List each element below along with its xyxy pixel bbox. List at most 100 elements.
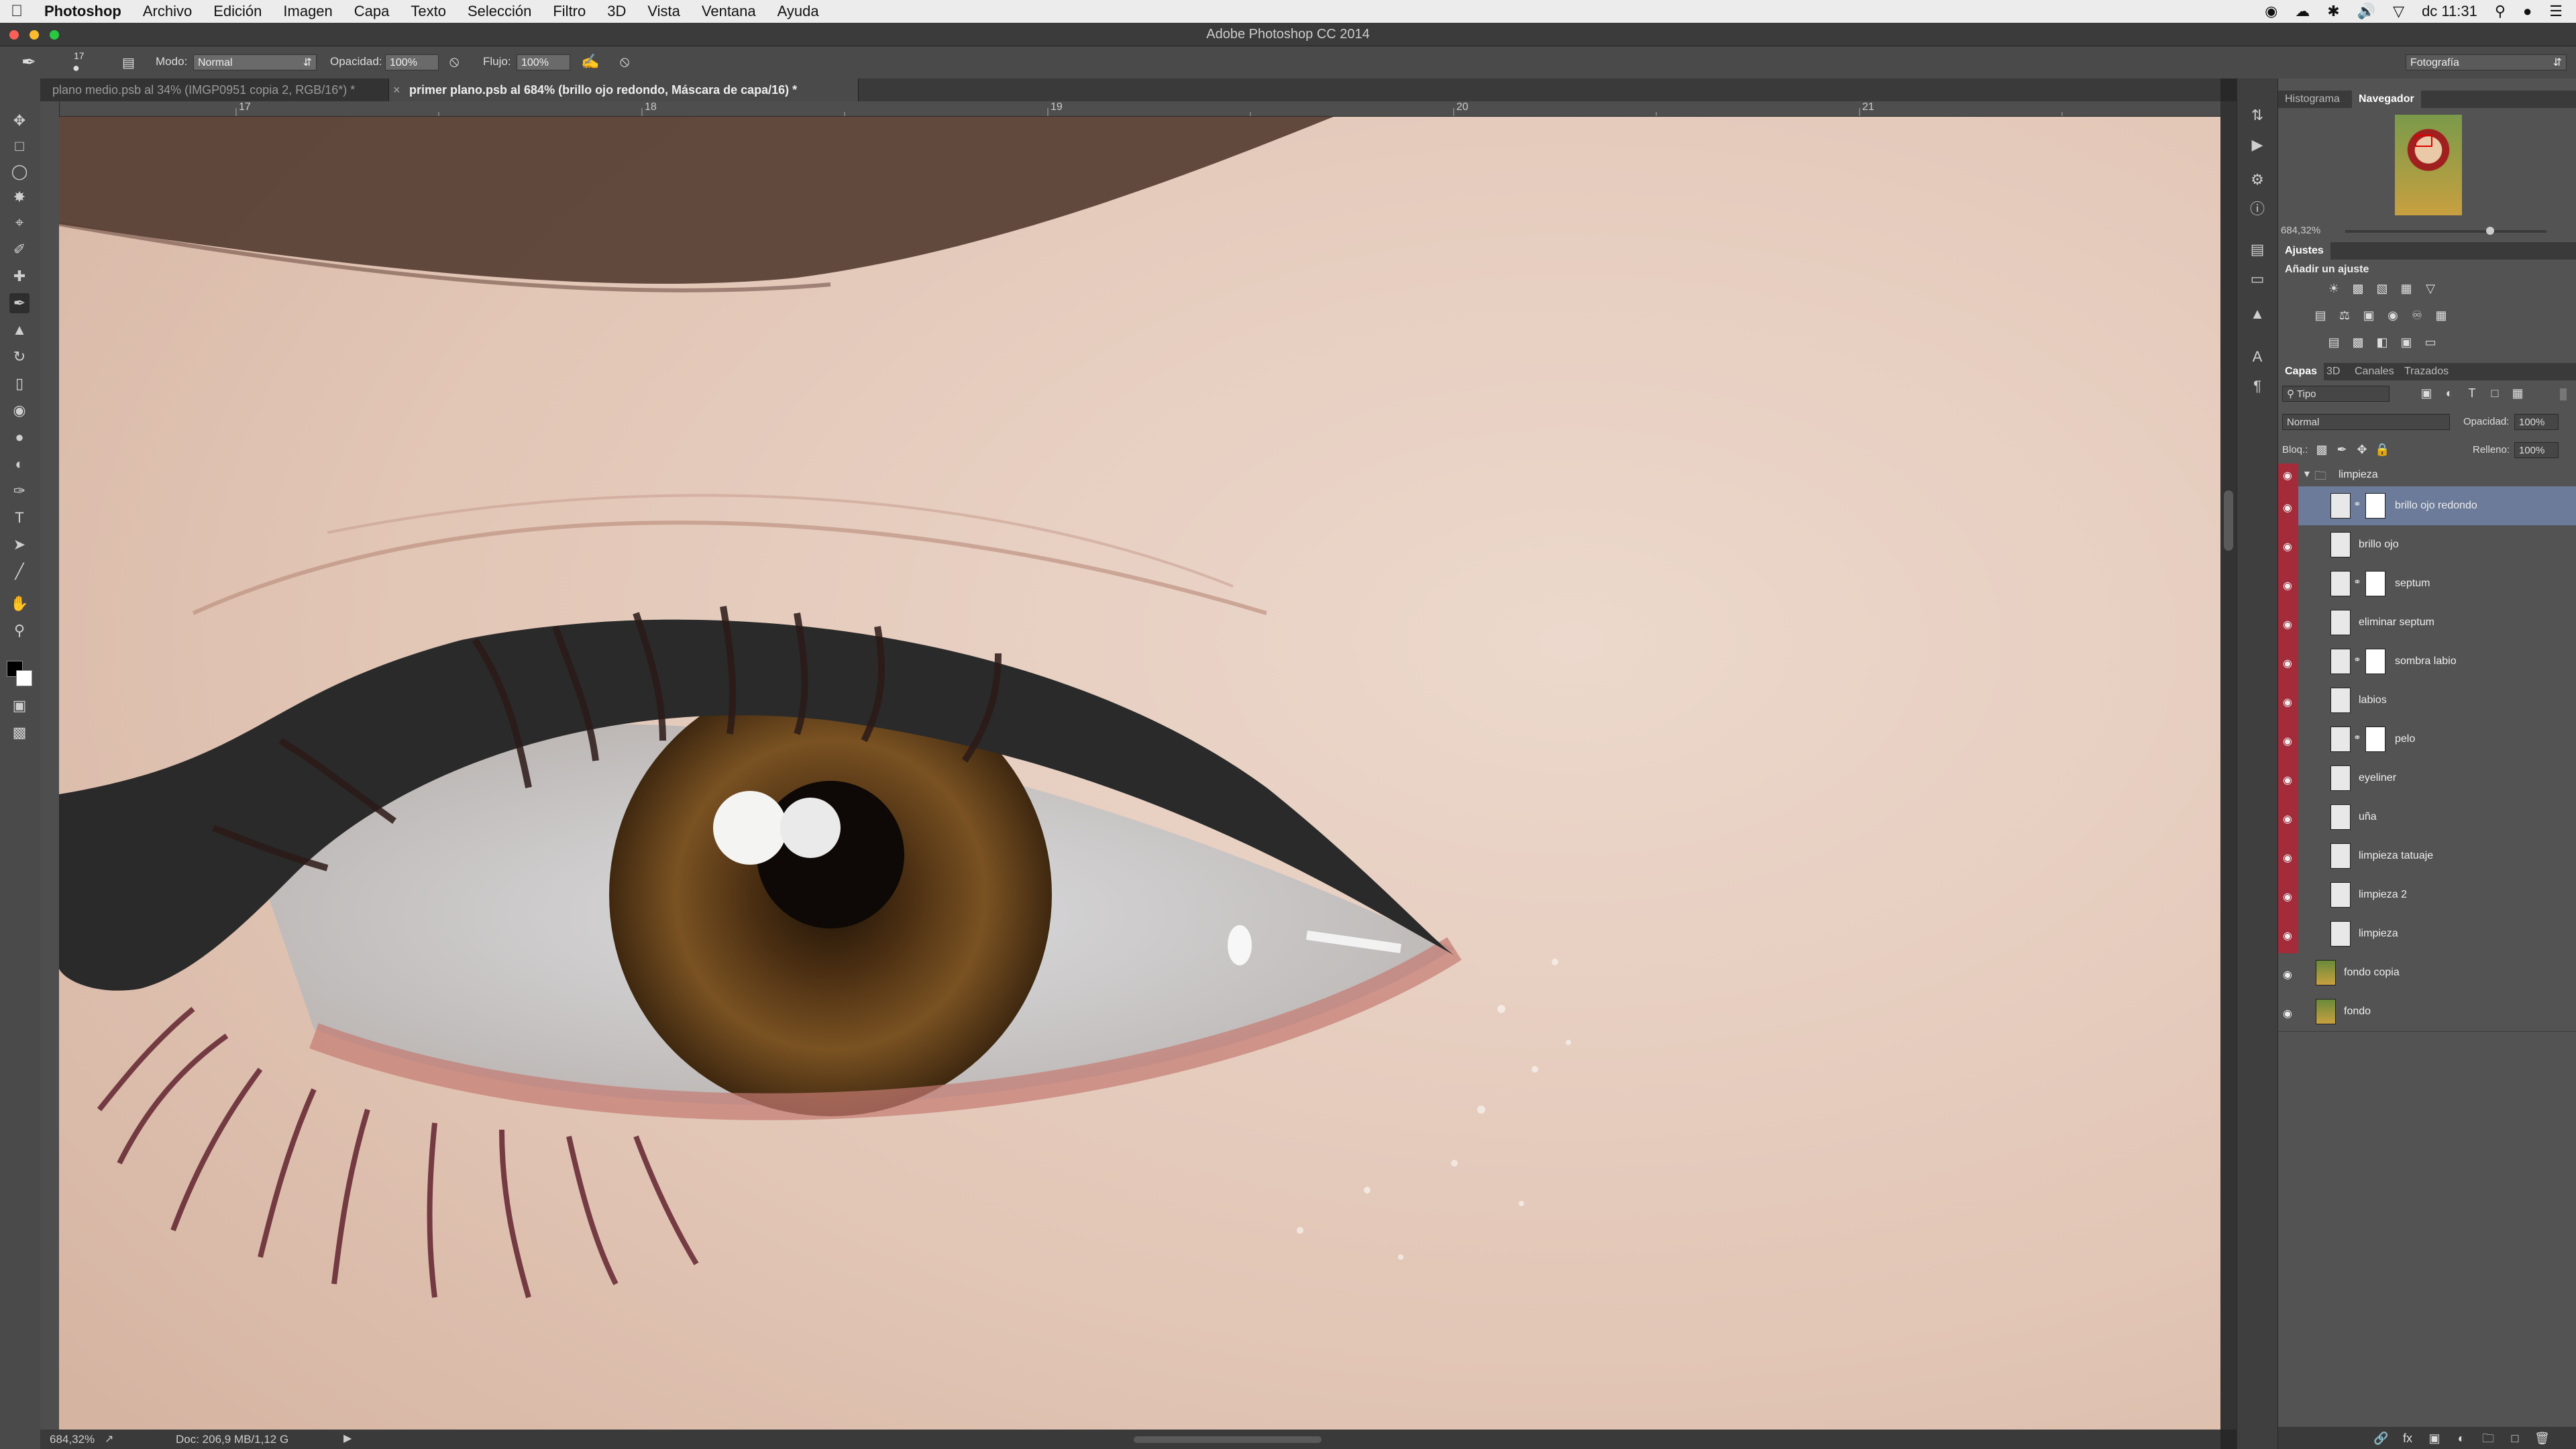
slider-thumb[interactable] (2486, 227, 2494, 235)
eye-icon[interactable]: ◉ (2283, 968, 2292, 981)
wifi-icon[interactable]: ▽ (2393, 3, 2404, 20)
delete-layer-icon[interactable]: 🗑 (2534, 1431, 2550, 1446)
menu-ayuda[interactable]: Ayuda (767, 3, 830, 20)
filter-smart-object-icon[interactable]: ▦ (2510, 386, 2525, 400)
visibility-toggle[interactable]: ◉ (2278, 525, 2298, 564)
lock-all-icon[interactable]: 🔒 (2375, 442, 2390, 457)
properties-panel-icon[interactable]: ⚙ (2247, 170, 2267, 190)
new-group-icon[interactable]: 🗀 (2481, 1431, 2496, 1446)
close-window-button[interactable] (9, 30, 19, 40)
mask-link-icon[interactable]: ⚭ (2353, 654, 2361, 665)
quick-mask-icon[interactable]: ▣ (9, 696, 30, 716)
eye-icon[interactable]: ◉ (2283, 540, 2292, 553)
brush-preset-icon[interactable]: ● (72, 61, 80, 75)
visibility-toggle[interactable]: ◉ (2278, 953, 2298, 992)
vertical-scrollbar[interactable] (2220, 101, 2237, 1430)
invert-icon[interactable]: ▤ (2326, 335, 2341, 350)
bluetooth-icon[interactable]: ✱ (2327, 3, 2339, 20)
filter-toggle[interactable] (2560, 388, 2567, 400)
visibility-toggle[interactable]: ◉ (2278, 914, 2298, 953)
black-white-icon[interactable]: ▣ (2361, 308, 2376, 323)
clone-source-panel-icon[interactable]: ▲ (2247, 304, 2267, 324)
mask-link-icon[interactable]: ⚭ (2353, 498, 2361, 510)
screen-mode-icon[interactable]: ▩ (9, 722, 30, 743)
character-panel-icon[interactable]: A (2247, 347, 2267, 367)
visibility-toggle[interactable]: ◉ (2278, 992, 2298, 1031)
layer-row[interactable]: ◉ labios (2278, 681, 2576, 720)
menu-edicion[interactable]: Edición (203, 3, 272, 20)
menu-3d[interactable]: 3D (596, 3, 637, 20)
vertical-ruler[interactable] (40, 101, 60, 1430)
notifications-icon[interactable]: ☰ (2549, 3, 2563, 20)
menu-imagen[interactable]: Imagen (272, 3, 343, 20)
visibility-toggle[interactable]: ◉ (2278, 798, 2298, 837)
threshold-icon[interactable]: ◧ (2375, 335, 2390, 350)
layer-row[interactable]: ◉ uña (2278, 798, 2576, 837)
menu-filtro[interactable]: Filtro (542, 3, 596, 20)
share-icon[interactable]: ↗ (105, 1432, 113, 1446)
tab-primer-plano[interactable]: × primer plano.psb al 684% (brillo ojo r… (389, 78, 859, 101)
mask-link-icon[interactable]: ⚭ (2353, 576, 2361, 588)
filter-pixel-icon[interactable]: ▣ (2419, 386, 2434, 400)
photo-filter-icon[interactable]: ◉ (2385, 308, 2400, 323)
tab-capas[interactable]: Capas (2278, 363, 2324, 380)
color-lookup-icon[interactable]: ▦ (2434, 308, 2449, 323)
eye-icon[interactable]: ◉ (2283, 618, 2292, 631)
adjustments-title[interactable]: Ajustes (2278, 242, 2330, 260)
menu-app-name[interactable]: Photoshop (34, 3, 132, 20)
spotlight-icon[interactable]: ⚲ (2495, 3, 2506, 20)
levels-icon[interactable]: ▩ (2351, 281, 2365, 296)
eye-icon[interactable]: ◉ (2283, 657, 2292, 670)
posterize-icon[interactable]: ▩ (2351, 335, 2365, 350)
link-layers-icon[interactable]: 🔗 (2373, 1431, 2388, 1446)
info-panel-icon[interactable]: ⓘ (2247, 199, 2267, 219)
cloud-icon[interactable]: ☁ (2295, 3, 2310, 20)
lasso-tool-icon[interactable]: ◯ (9, 162, 30, 182)
brush-size-label[interactable]: 17 (74, 50, 85, 61)
navigator-view-box[interactable] (2415, 135, 2432, 147)
eye-icon[interactable]: ◉ (2283, 890, 2292, 904)
magic-wand-tool-icon[interactable]: ✸ (9, 187, 30, 207)
navigator-zoom[interactable]: 684,32% (2281, 225, 2320, 236)
scroll-thumb[interactable] (2224, 490, 2233, 551)
document-canvas[interactable] (59, 117, 2220, 1430)
hue-saturation-icon[interactable]: ▤ (2313, 308, 2328, 323)
path-selection-tool-icon[interactable]: ➤ (9, 535, 30, 555)
visibility-toggle[interactable]: ◉ (2278, 875, 2298, 914)
zoom-tool-icon[interactable]: ⚲ (9, 621, 30, 641)
eye-icon[interactable]: ◉ (2283, 735, 2292, 748)
marquee-tool-icon[interactable]: □ (9, 136, 30, 156)
menu-vista[interactable]: Vista (637, 3, 691, 20)
record-icon[interactable]: ◉ (2265, 3, 2277, 20)
layer-filter-select[interactable]: ⚲ Tipo (2282, 386, 2390, 402)
eraser-tool-icon[interactable]: ▯ (9, 374, 30, 394)
visibility-toggle[interactable]: ◉ (2278, 486, 2298, 525)
pressure-size-icon[interactable]: ⦸ (620, 53, 629, 70)
dodge-tool-icon[interactable]: ◐ (9, 454, 30, 474)
flow-field[interactable]: 100% (517, 54, 570, 70)
tab-navegador[interactable]: Navegador (2352, 91, 2421, 108)
clone-stamp-tool-icon[interactable]: ▲ (9, 320, 30, 340)
paint-bucket-tool-icon[interactable]: ◉ (9, 400, 30, 421)
layer-mask-thumbnail[interactable] (2365, 493, 2385, 519)
mode-select[interactable]: Normal ⇵ (193, 54, 317, 70)
layer-row[interactable]: ◉ ⚭ brillo ojo redondo (2278, 486, 2576, 526)
layer-row[interactable]: ◉ eyeliner (2278, 759, 2576, 798)
crop-tool-icon[interactable]: ⌖ (9, 213, 30, 233)
close-tab-icon[interactable]: × (393, 78, 400, 101)
layer-row[interactable]: ◉ ⚭ septum (2278, 564, 2576, 604)
airbrush-icon[interactable]: ✍ (581, 53, 599, 70)
paragraph-panel-icon[interactable]: ¶ (2247, 376, 2267, 396)
visibility-toggle[interactable]: ◉ (2278, 642, 2298, 681)
navigator-zoom-slider[interactable] (2345, 227, 2546, 235)
layer-opacity-field[interactable]: 100% (2514, 414, 2559, 430)
layer-row[interactable]: ◉ eliminar septum (2278, 603, 2576, 643)
channel-mixer-icon[interactable]: ♾ (2410, 308, 2424, 323)
layer-row[interactable]: ◉ limpieza tatuaje (2278, 837, 2576, 876)
filter-type-icon[interactable]: T (2465, 386, 2479, 400)
blur-tool-icon[interactable]: ● (9, 427, 30, 447)
type-tool-icon[interactable]: T (9, 508, 30, 528)
layer-row[interactable]: ◉ ⚭ sombra labio (2278, 642, 2576, 682)
layer-row[interactable]: ◉ fondo (2278, 992, 2576, 1032)
horizontal-scroll-thumb[interactable] (1134, 1436, 1322, 1443)
